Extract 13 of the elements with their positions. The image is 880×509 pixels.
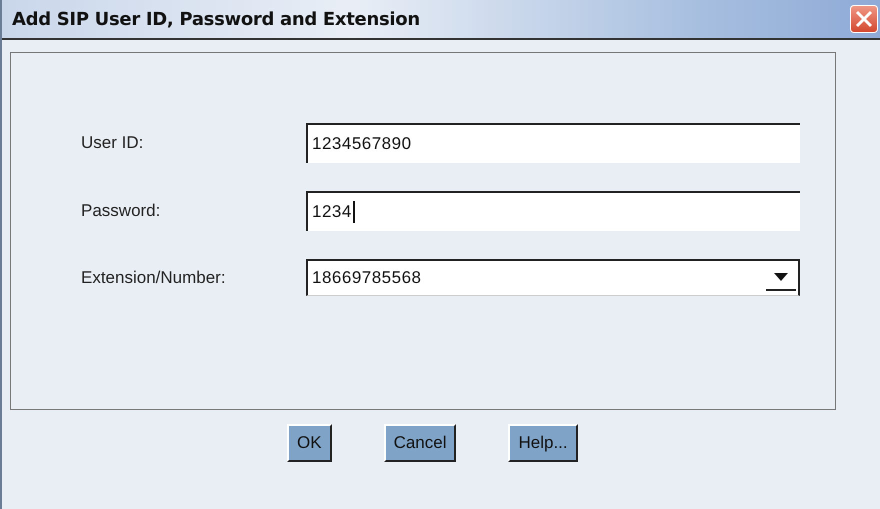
text-field[interactable]: 1234 <box>306 191 800 231</box>
dropdown-field[interactable]: 18669785568 <box>306 259 800 296</box>
dialog-button[interactable]: Cancel <box>384 424 456 462</box>
field-label: Extension/Number: <box>81 268 227 288</box>
dialog-button[interactable]: OK <box>287 424 332 462</box>
field-label: Password: <box>81 201 162 221</box>
close-icon <box>855 10 873 28</box>
dialog-button[interactable]: Help... <box>508 424 578 462</box>
window-title: Add SIP User ID, Password and Extension <box>12 8 420 30</box>
text-field[interactable]: 1234567890 <box>306 123 800 163</box>
caret-icon <box>774 273 788 281</box>
field-label: User ID: <box>81 133 144 153</box>
close-button[interactable] <box>850 5 878 33</box>
